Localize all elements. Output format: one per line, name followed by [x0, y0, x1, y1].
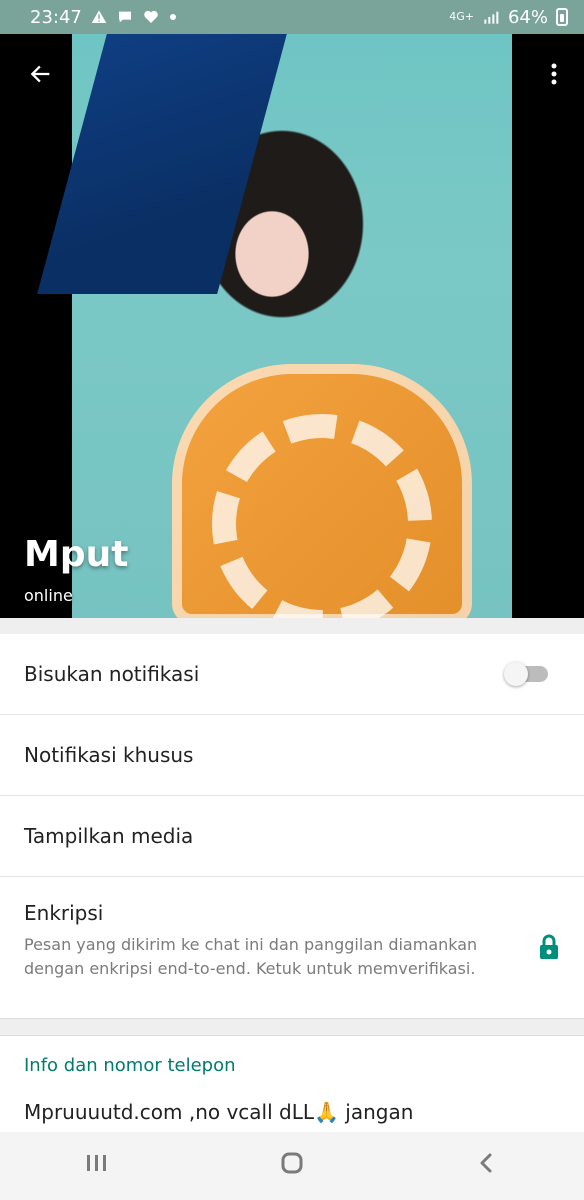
battery-percent: 64%: [507, 6, 548, 28]
status-time: 23:47: [30, 6, 82, 28]
signal-icon: [482, 9, 500, 25]
custom-notifications-label: Notifikasi khusus: [24, 743, 194, 767]
show-media-row[interactable]: Tampilkan media: [0, 796, 584, 877]
arrow-left-icon: [26, 60, 54, 88]
heart-icon: [142, 9, 160, 25]
network-type: 4G+: [449, 10, 474, 23]
mute-notifications-row[interactable]: Bisukan notifikasi: [0, 634, 584, 715]
battery-icon: [556, 8, 568, 26]
dot-icon: [168, 12, 178, 22]
back-nav-button[interactable]: [457, 1146, 517, 1186]
encryption-description: Pesan yang dikirim ke chat ini dan pangg…: [24, 935, 478, 978]
section-divider: [0, 618, 584, 635]
system-navigation-bar: [0, 1132, 584, 1200]
info-section-header: Info dan nomor telepon: [24, 1055, 236, 1076]
encryption-label: Enkripsi: [24, 901, 104, 925]
back-button[interactable]: [22, 56, 58, 92]
custom-notifications-row[interactable]: Notifikasi khusus: [0, 715, 584, 796]
profile-name: Mput: [24, 534, 129, 575]
lock-icon: [538, 933, 560, 961]
mute-notifications-label: Bisukan notifikasi: [24, 662, 200, 686]
section-divider-2: [0, 1018, 584, 1036]
profile-status: online: [24, 586, 73, 605]
more-options-button[interactable]: [542, 54, 566, 94]
about-text[interactable]: Mpruuuutd.com ,no vcall dLL🙏 jangan: [24, 1100, 413, 1124]
more-vertical-icon: [549, 62, 559, 86]
show-media-label: Tampilkan media: [24, 824, 194, 848]
home-icon: [279, 1150, 305, 1182]
recents-icon: [84, 1151, 110, 1181]
recent-apps-button[interactable]: [67, 1146, 127, 1186]
chat-icon: [116, 9, 134, 25]
toggle-thumb: [504, 662, 528, 686]
encryption-row[interactable]: Enkripsi Pesan yang dikirim ke chat ini …: [0, 877, 584, 1020]
warning-icon: [90, 9, 108, 25]
chevron-left-icon: [476, 1151, 498, 1181]
photo-background-object: [37, 34, 287, 294]
status-bar: 23:47 4G+ 64%: [0, 0, 584, 34]
profile-header: Mput online: [0, 34, 584, 618]
profile-photo[interactable]: [37, 34, 512, 618]
home-button[interactable]: [262, 1146, 322, 1186]
settings-list: Bisukan notifikasi Notifikasi khusus Tam…: [0, 634, 584, 1020]
mute-toggle[interactable]: [504, 662, 552, 686]
